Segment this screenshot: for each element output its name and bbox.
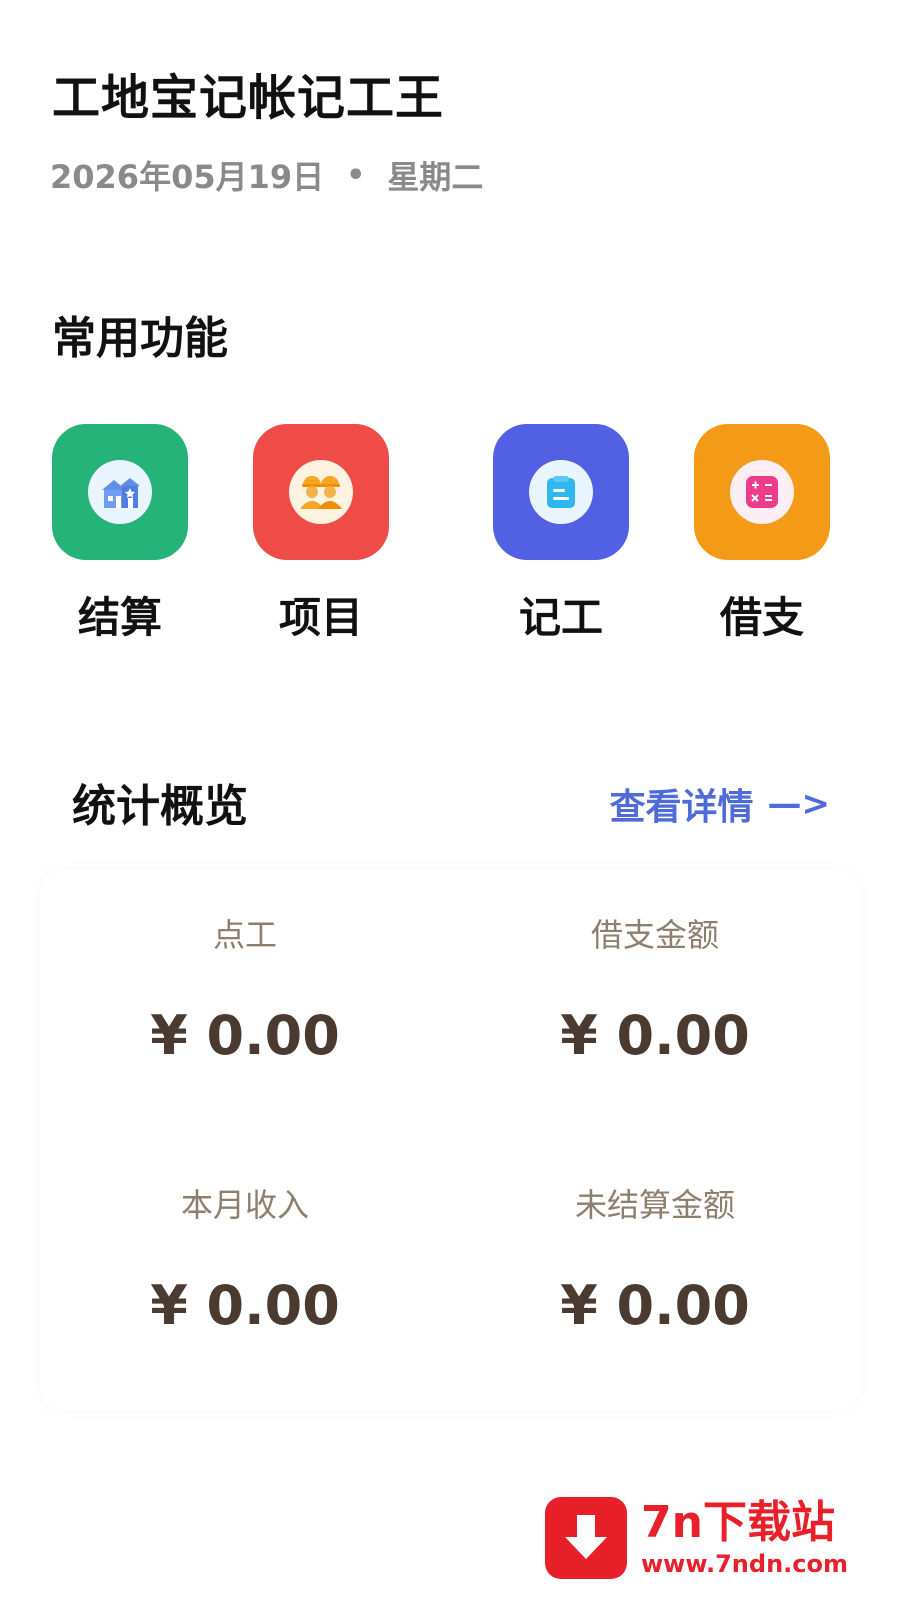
- function-label: 记工: [518, 593, 603, 642]
- date-separator: •: [346, 157, 366, 193]
- functions-section-title: 常用功能: [52, 313, 228, 364]
- notebook-icon: [529, 460, 593, 524]
- stat-value: ¥ 0.00: [560, 1004, 750, 1067]
- stat-day-work[interactable]: 点工 ¥ 0.00: [40, 870, 450, 1140]
- view-details-label: 查看详情: [609, 787, 754, 828]
- function-tile[interactable]: [493, 424, 629, 560]
- function-tile[interactable]: [253, 424, 389, 560]
- stat-label: 本月收入: [180, 1186, 309, 1224]
- function-timekeeping[interactable]: 记工: [493, 424, 629, 645]
- function-advance[interactable]: 借支: [694, 424, 830, 645]
- calculator-icon: [730, 460, 794, 524]
- function-tile[interactable]: [694, 424, 830, 560]
- stat-label: 点工: [212, 916, 277, 954]
- stat-value: ¥ 0.00: [150, 1004, 340, 1067]
- stats-section-title: 统计概览: [72, 781, 248, 832]
- stat-value: ¥ 0.00: [150, 1274, 340, 1337]
- watermark-title: 7n下载站: [641, 1497, 835, 1548]
- function-project[interactable]: 项目: [253, 424, 389, 645]
- function-label: 项目: [278, 593, 363, 642]
- watermark-url: www.7ndn.com: [641, 1550, 848, 1578]
- stat-unsettled-amount[interactable]: 未结算金额 ¥ 0.00: [450, 1140, 860, 1410]
- function-settlement[interactable]: 结算: [52, 424, 188, 645]
- stat-value: ¥ 0.00: [560, 1274, 750, 1337]
- function-tile[interactable]: [52, 424, 188, 560]
- stat-label: 借支金额: [590, 916, 719, 954]
- stat-monthly-income[interactable]: 本月收入 ¥ 0.00: [40, 1140, 450, 1410]
- stat-advance-amount[interactable]: 借支金额 ¥ 0.00: [450, 870, 860, 1140]
- date-line: 2026年05月19日 • 星期二: [50, 152, 483, 198]
- current-weekday: 星期二: [387, 158, 484, 196]
- arrow-right-icon: —>: [767, 784, 831, 824]
- function-label: 借支: [719, 593, 804, 642]
- view-details-link[interactable]: 查看详情 —>: [609, 778, 830, 830]
- house-icon: [88, 460, 152, 524]
- home-screen: 工地宝记帐记工王 2026年05月19日 • 星期二 常用功能 结算 项目 记工…: [0, 0, 900, 1600]
- stat-label: 未结算金额: [574, 1186, 735, 1224]
- current-date: 2026年05月19日: [50, 158, 325, 196]
- download-arrow-icon: [545, 1497, 627, 1579]
- workers-icon: [289, 460, 353, 524]
- function-label: 结算: [77, 593, 162, 642]
- site-watermark: 7n下载站 www.7ndn.com: [545, 1488, 885, 1588]
- stats-panel: 点工 ¥ 0.00 借支金额 ¥ 0.00 本月收入 ¥ 0.00 未结算金额 …: [40, 870, 860, 1410]
- app-title: 工地宝记帐记工王: [52, 70, 445, 126]
